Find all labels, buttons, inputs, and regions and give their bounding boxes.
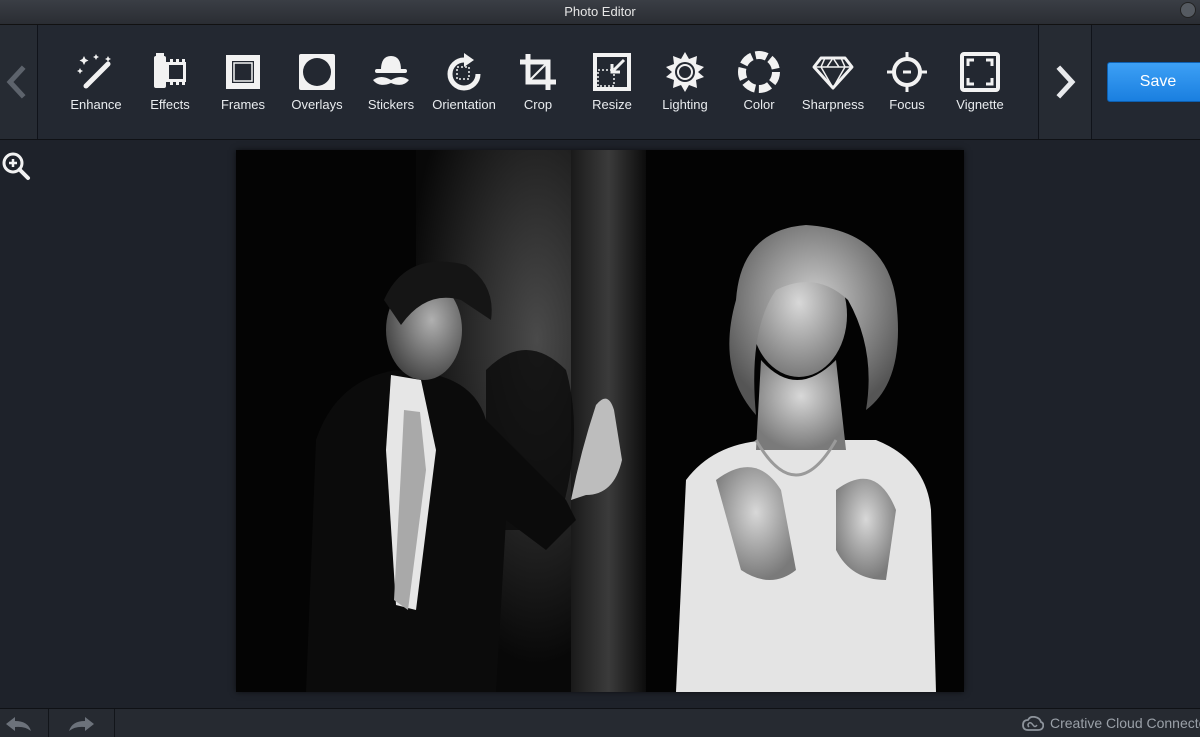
sun-icon [666,52,704,92]
film-icon [154,53,186,88]
bottom-bar: Creative Cloud Connected [0,708,1200,737]
tool-label: Resize [592,97,632,112]
tool-lighting[interactable]: Lighting [648,50,722,120]
redo-icon[interactable] [66,715,96,733]
tool-label: Crop [523,97,553,112]
tool-label: Stickers [367,97,415,112]
tool-vignette[interactable]: Vignette [943,50,1017,120]
tool-color[interactable]: Color [722,50,796,120]
window-title: Photo Editor [564,4,636,19]
tool-label: Orientation [432,97,496,112]
tool-label: Color [743,97,775,112]
tool-effects[interactable]: Effects [133,50,207,120]
tool-label: Focus [889,97,925,112]
creative-cloud-icon [1022,716,1044,732]
divider [114,709,115,737]
tool-label: Frames [220,97,266,112]
overlay-icon [299,54,335,90]
magic-wand-icon [77,54,111,89]
rotate-icon [447,53,481,91]
frame-icon [226,55,260,89]
target-icon [887,52,927,92]
window-control-button[interactable] [1180,2,1196,18]
tool-label: Vignette [956,97,1004,112]
chevron-right-icon [1056,65,1076,99]
creative-cloud-status: Creative Cloud Connected [1022,715,1200,735]
tool-overlays[interactable]: Overlays [280,50,354,120]
tool-label: Sharpness [801,97,865,112]
tool-frames[interactable]: Frames [206,50,280,120]
tool-label: Lighting [662,97,708,112]
color-wheel-icon [738,51,780,93]
tool-resize[interactable]: Resize [575,50,649,120]
tool-focus[interactable]: Focus [870,50,944,120]
vignette-icon [960,52,1000,92]
tool-sharpness[interactable]: Sharpness [796,50,870,120]
cc-status-label: Creative Cloud Connected [1050,715,1200,731]
photo-image [236,150,964,692]
tool-label: Effects [150,97,190,112]
tool-stickers[interactable]: Stickers [354,50,428,120]
undo-icon[interactable] [4,715,34,733]
tool-toolbar: Enhance Effects Frames Overlays Stickers… [0,25,1200,140]
zoom-in-icon[interactable] [0,150,32,182]
mustache-hat-icon [373,56,409,85]
tool-orientation[interactable]: Orientation [427,50,501,120]
resize-icon [593,53,631,91]
save-button[interactable]: Save [1107,62,1200,102]
divider [48,709,49,737]
diamond-icon [812,56,854,90]
scroll-tools-right-button[interactable] [1038,25,1092,139]
tool-label: Overlays [291,97,343,112]
photo-canvas[interactable] [236,150,964,692]
tools-strip: Enhance Effects Frames Overlays Stickers… [38,25,1038,139]
scroll-tools-left-button[interactable] [0,25,38,139]
tool-label: Enhance [70,97,122,112]
title-bar: Photo Editor [0,0,1200,25]
crop-icon [520,54,556,90]
tool-enhance[interactable]: Enhance [59,50,133,120]
chevron-left-icon [6,65,26,99]
tool-crop[interactable]: Crop [501,50,575,120]
